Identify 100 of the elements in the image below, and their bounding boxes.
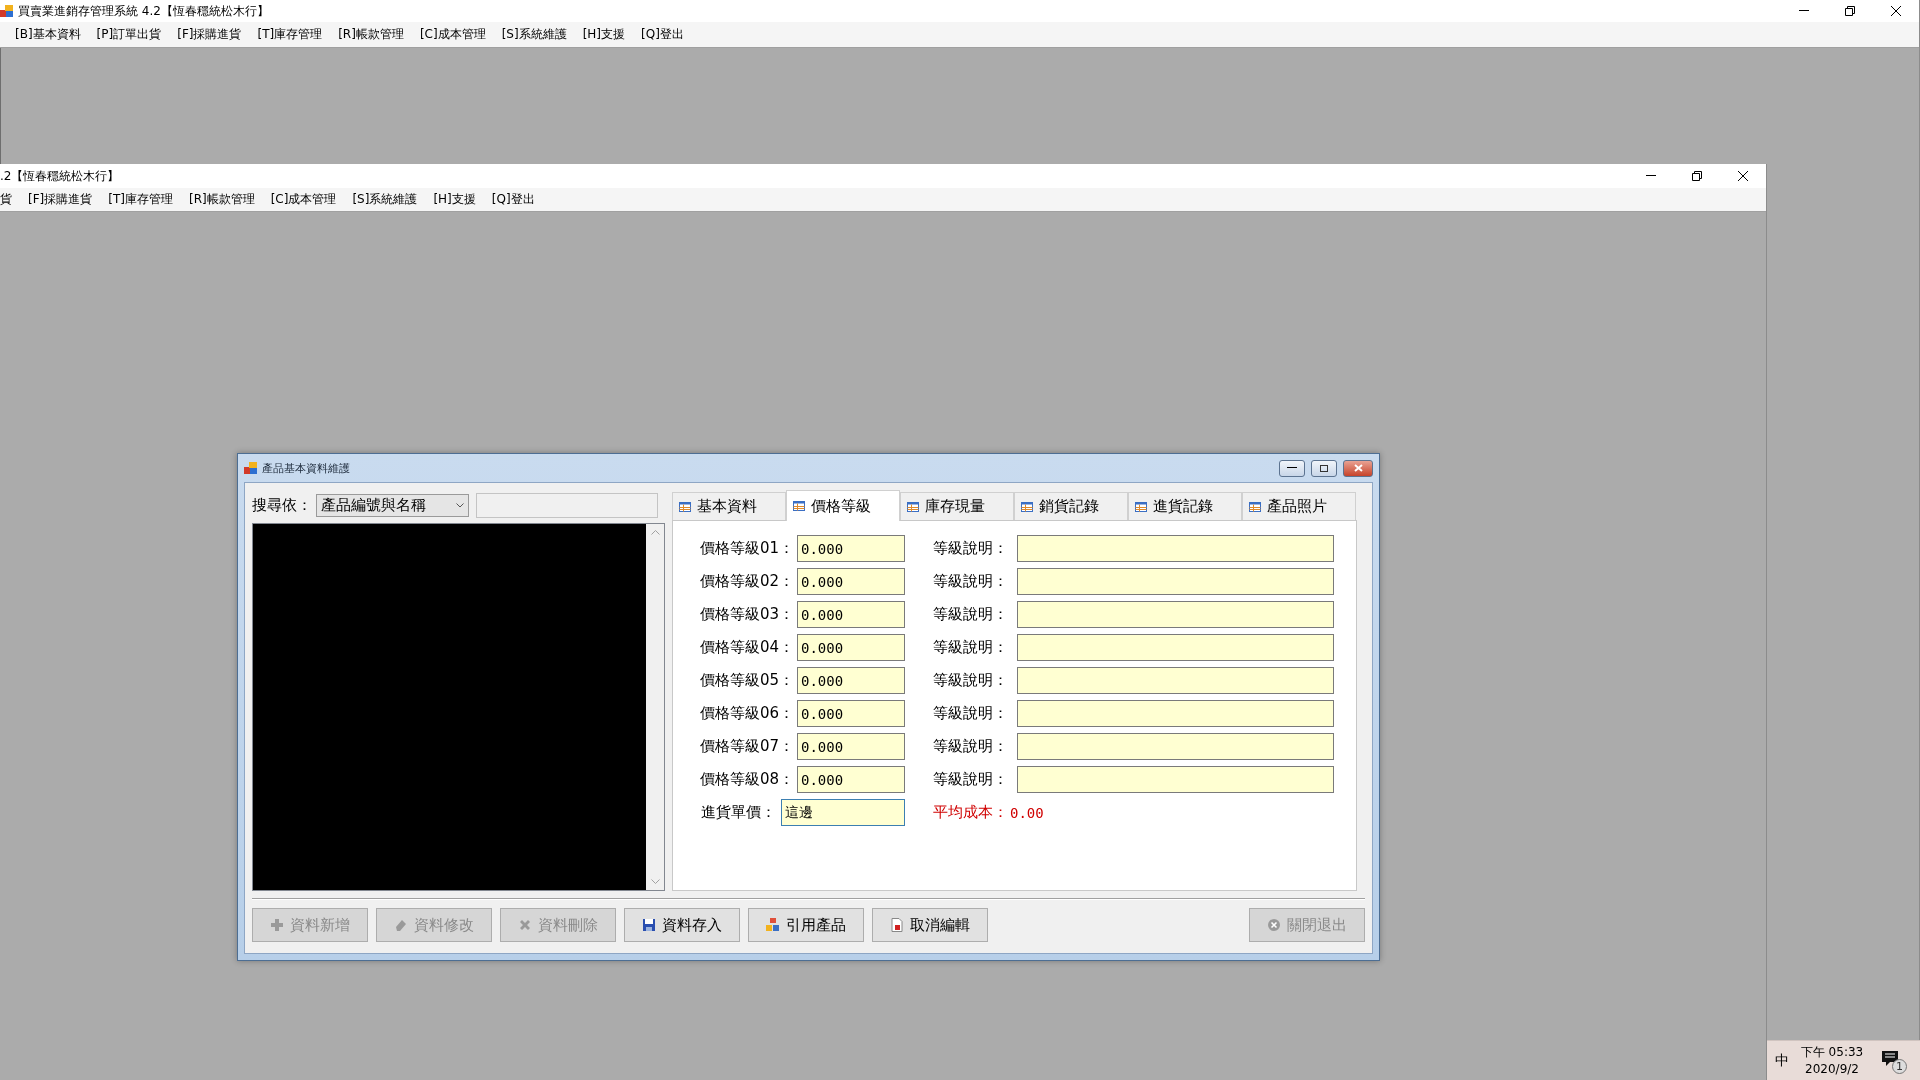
app-icon: [0, 4, 14, 18]
menu-item[interactable]: [C]成本管理: [270, 189, 337, 210]
cross-icon: [518, 918, 532, 932]
close-button[interactable]: [1343, 459, 1373, 477]
tab[interactable]: 庫存現量: [900, 492, 1014, 520]
table-icon: [1135, 501, 1147, 512]
price-field[interactable]: 0.000: [797, 601, 905, 628]
menu-item[interactable]: [P]訂單出貨: [96, 24, 162, 45]
price-field[interactable]: 0.000: [797, 634, 905, 661]
search-field[interactable]: [476, 492, 658, 518]
input-method-indicator[interactable]: 中: [1767, 1052, 1797, 1070]
dialog-title: 產品基本資料維護: [262, 460, 351, 476]
close-icon: [1891, 6, 1901, 16]
field-label: 等級說明：: [933, 539, 1006, 558]
notification-badge: 1: [1892, 1059, 1907, 1074]
table-icon: [1249, 501, 1261, 512]
table-icon: [907, 501, 919, 512]
app-icon: [244, 461, 258, 475]
note-field[interactable]: [1017, 766, 1334, 793]
note-field[interactable]: [1017, 568, 1334, 595]
table-icon: [679, 501, 691, 512]
field-label: 等級說明：: [933, 671, 1006, 690]
minimize-icon: [1287, 467, 1297, 469]
field-label: 價格等級03：: [698, 605, 794, 624]
action-button[interactable]: 引用產品: [748, 908, 864, 942]
field-label: 等級說明：: [933, 605, 1006, 624]
field-label: 價格等級08：: [698, 770, 794, 789]
action-button[interactable]: 取消編輯: [872, 908, 988, 942]
average-cost-value: 0.00: [1010, 804, 1044, 821]
field-label: 價格等級05：: [698, 671, 794, 690]
price-field[interactable]: 0.000: [797, 667, 905, 694]
tab[interactable]: 價格等級: [786, 490, 900, 521]
price-field[interactable]: 0.000: [797, 733, 905, 760]
field-label: 進貨單價：: [700, 803, 776, 822]
menu-item[interactable]: [T]庫存管理: [108, 189, 173, 210]
menu-item[interactable]: [H]支援: [582, 24, 625, 45]
menu-item[interactable]: [B]基本資料: [15, 24, 81, 45]
tab[interactable]: 進貨記錄: [1128, 492, 1242, 520]
note-field[interactable]: [1017, 535, 1334, 562]
field-label: 等級說明：: [933, 704, 1006, 723]
notification-icon[interactable]: [1881, 1050, 1899, 1068]
menu-item[interactable]: [F]採購進貨: [28, 189, 93, 210]
restore-icon: [1692, 171, 1702, 181]
menu-item[interactable]: 貨: [0, 189, 12, 210]
note-field[interactable]: [1017, 601, 1334, 628]
scroll-down-icon[interactable]: [650, 879, 660, 884]
menu-item[interactable]: [S]系統維護: [501, 24, 567, 45]
tab[interactable]: 基本資料: [672, 492, 786, 520]
maximize-icon: [1320, 464, 1328, 472]
tab[interactable]: 銷貨記錄: [1014, 492, 1128, 520]
price-field[interactable]: 0.000: [797, 535, 905, 562]
field-label: 平均成本：: [933, 803, 1006, 822]
field-label: 等級說明：: [933, 572, 1006, 591]
restore-icon: [1845, 6, 1855, 16]
menu-item[interactable]: [S]系統維護: [352, 189, 418, 210]
field-label: 等級說明：: [933, 737, 1006, 756]
maximize-button[interactable]: [1311, 459, 1337, 477]
menu-item[interactable]: [R]帳款管理: [338, 24, 404, 45]
close-circle-icon: [1267, 918, 1281, 932]
eraser-icon: [394, 918, 408, 932]
search-label: 搜尋依：: [252, 495, 312, 515]
minimize-icon: [1799, 10, 1809, 12]
price-field[interactable]: 0.000: [797, 700, 905, 727]
field-label: 價格等級06：: [698, 704, 794, 723]
minimize-icon: [1646, 175, 1656, 177]
menu-item[interactable]: [Q]登出: [641, 24, 684, 45]
note-field[interactable]: [1017, 733, 1334, 760]
clock[interactable]: 下午 05:33 2020/9/2: [1797, 1044, 1867, 1078]
field-label: 價格等級04：: [698, 638, 794, 657]
price-field[interactable]: 0.000: [797, 766, 905, 793]
minimize-button[interactable]: [1279, 459, 1305, 477]
menu-item[interactable]: [T]庫存管理: [257, 24, 323, 45]
field-label: 等級說明：: [933, 770, 1006, 789]
menu-item[interactable]: [H]支援: [433, 189, 476, 210]
field-label: 等級說明：: [933, 638, 1006, 657]
note-field[interactable]: [1017, 667, 1334, 694]
field-label: 價格等級07：: [698, 737, 794, 756]
note-field[interactable]: [1017, 634, 1334, 661]
boxes-icon: [766, 918, 780, 932]
price-field[interactable]: 0.000: [797, 568, 905, 595]
menu-item[interactable]: [Q]登出: [491, 189, 535, 210]
window-title: .2【恆春穩統松木行】: [0, 167, 121, 185]
tab[interactable]: 產品照片: [1242, 492, 1356, 520]
save-icon: [642, 918, 656, 932]
purchase-price-field[interactable]: 這邊: [781, 799, 905, 826]
table-icon: [1021, 501, 1033, 512]
close-icon: [1353, 464, 1363, 472]
plus-icon: [270, 918, 284, 932]
search-mode-dropdown[interactable]: 產品編號與名稱: [316, 493, 469, 517]
note-field[interactable]: [1017, 700, 1334, 727]
menu-item[interactable]: [C]成本管理: [419, 24, 486, 45]
scroll-up-icon[interactable]: [650, 530, 660, 535]
close-icon: [1738, 171, 1748, 181]
field-label: 價格等級02：: [698, 572, 794, 591]
menu-item[interactable]: [R]帳款管理: [188, 189, 255, 210]
action-button[interactable]: 資料存入: [624, 908, 740, 942]
document-icon: [890, 918, 904, 932]
menu-item[interactable]: [F]採購進貨: [177, 24, 242, 45]
caret-icon: [456, 502, 464, 508]
window-title: 買賣業進銷存管理系統 4.2【恆春穩統松木行】: [17, 2, 270, 20]
